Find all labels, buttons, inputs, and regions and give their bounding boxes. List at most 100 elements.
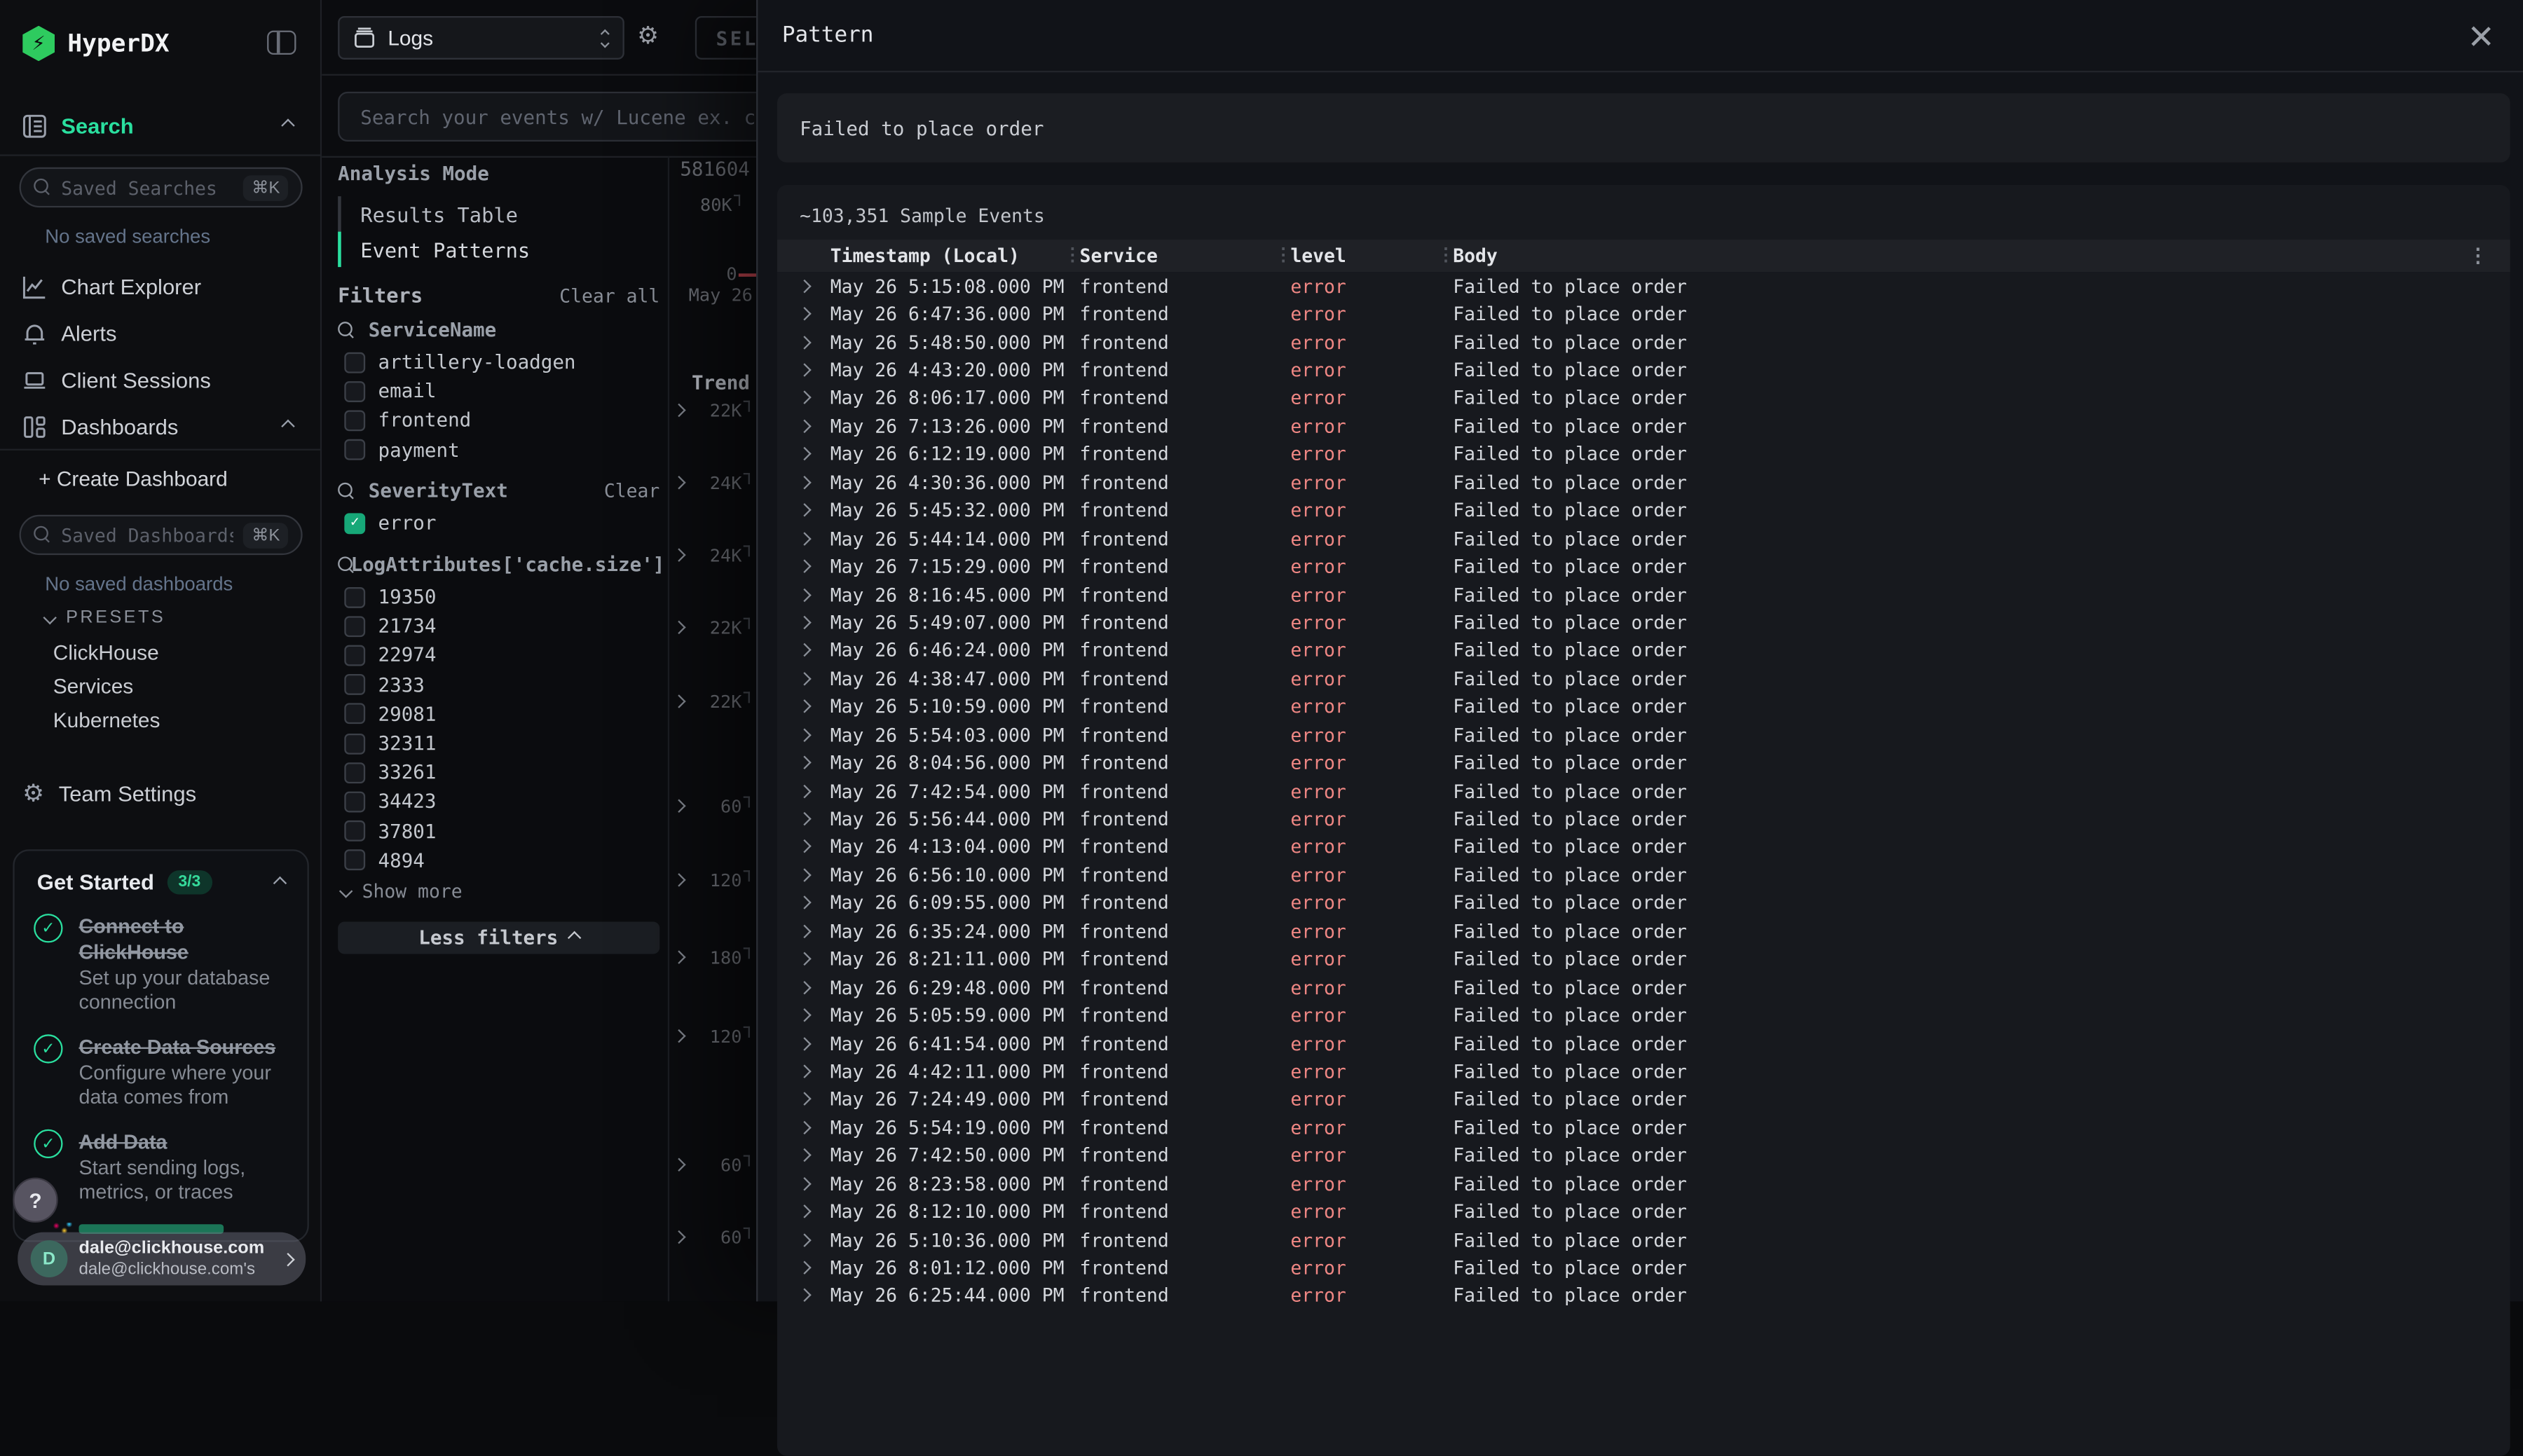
saved-searches-input[interactable]	[61, 176, 234, 198]
expand-row-chevron-icon[interactable]	[798, 784, 811, 797]
expand-row-chevron-icon[interactable]	[798, 1120, 811, 1134]
checkbox[interactable]: ✓	[344, 512, 365, 533]
event-row[interactable]: May 26 7:15:29.000 PMfrontenderrorFailed…	[777, 552, 2510, 580]
event-row[interactable]: May 26 7:42:54.000 PMfrontenderrorFailed…	[777, 777, 2510, 805]
expand-pattern-chevron-icon[interactable]	[672, 1230, 685, 1244]
filter-option[interactable]: 37801	[344, 820, 659, 842]
event-row[interactable]: May 26 6:46:24.000 PMfrontenderrorFailed…	[777, 636, 2510, 664]
sidebar-item-alerts[interactable]: Alerts	[0, 317, 322, 349]
expand-row-chevron-icon[interactable]	[798, 532, 811, 545]
sidebar-item-chart-explorer[interactable]: Chart Explorer	[0, 270, 322, 303]
event-row[interactable]: May 26 5:54:19.000 PMfrontenderrorFailed…	[777, 1113, 2510, 1141]
expand-row-chevron-icon[interactable]	[798, 335, 811, 348]
checkbox[interactable]	[344, 380, 365, 401]
event-row[interactable]: May 26 4:43:20.000 PMfrontenderrorFailed…	[777, 356, 2510, 384]
event-row[interactable]: May 26 8:01:12.000 PMfrontenderrorFailed…	[777, 1254, 2510, 1282]
event-row[interactable]: May 26 8:12:10.000 PMfrontenderrorFailed…	[777, 1197, 2510, 1225]
event-row[interactable]: May 26 5:54:03.000 PMfrontenderrorFailed…	[777, 721, 2510, 749]
filter-option[interactable]: 33261	[344, 761, 659, 783]
saved-dashboards-search[interactable]: ⌘K	[20, 515, 303, 555]
user-profile-chip[interactable]: D dale@clickhouse.com dale@clickhouse.co…	[18, 1232, 306, 1286]
event-row[interactable]: May 26 6:12:19.000 PMfrontenderrorFailed…	[777, 440, 2510, 468]
event-row[interactable]: May 26 5:45:32.000 PMfrontenderrorFailed…	[777, 496, 2510, 524]
filter-option[interactable]: 19350	[344, 586, 659, 608]
close-icon[interactable]	[2468, 24, 2492, 48]
event-row[interactable]: May 26 6:25:44.000 PMfrontenderrorFailed…	[777, 1282, 2510, 1310]
event-search-box[interactable]	[338, 92, 756, 142]
expand-pattern-chevron-icon[interactable]	[672, 799, 685, 813]
expand-pattern-chevron-icon[interactable]	[672, 1029, 685, 1043]
expand-row-chevron-icon[interactable]	[798, 1204, 811, 1218]
filter-option[interactable]: frontend	[344, 409, 659, 432]
event-row[interactable]: May 26 6:09:55.000 PMfrontenderrorFailed…	[777, 889, 2510, 917]
sidebar-collapse-icon[interactable]	[267, 31, 296, 55]
expand-row-chevron-icon[interactable]	[798, 1036, 811, 1050]
expand-row-chevron-icon[interactable]	[798, 1092, 811, 1106]
event-row[interactable]: May 26 5:56:44.000 PMfrontenderrorFailed…	[777, 805, 2510, 833]
checkbox[interactable]	[344, 733, 365, 754]
less-filters-button[interactable]: Less filters	[338, 922, 659, 954]
col-body[interactable]: Body	[1453, 245, 2510, 267]
mode-event-patterns[interactable]: Event Patterns	[338, 232, 659, 268]
checkbox[interactable]	[344, 850, 365, 871]
checkbox[interactable]	[344, 616, 365, 637]
checkbox[interactable]	[344, 762, 365, 783]
expand-row-chevron-icon[interactable]	[798, 560, 811, 573]
show-more-toggle[interactable]: Show more	[341, 880, 463, 902]
expand-pattern-chevron-icon[interactable]	[672, 621, 685, 634]
table-options-kebab-icon[interactable]: ⋮	[2468, 245, 2488, 267]
clear-filter-link[interactable]: Clear	[604, 479, 659, 502]
checkbox[interactable]	[344, 791, 365, 812]
sidebar-item-search[interactable]: Search	[0, 109, 322, 142]
event-search-input[interactable]	[360, 105, 756, 128]
filter-option[interactable]: payment	[344, 439, 659, 461]
preset-item[interactable]: Services	[53, 674, 133, 698]
checkbox[interactable]	[344, 410, 365, 431]
source-select-dropdown[interactable]: Logs	[338, 16, 624, 60]
filter-option[interactable]: artillery-loadgen	[344, 351, 659, 373]
event-row[interactable]: May 26 6:35:24.000 PMfrontenderrorFailed…	[777, 917, 2510, 945]
event-row[interactable]: May 26 4:30:36.000 PMfrontenderrorFailed…	[777, 468, 2510, 496]
expand-pattern-chevron-icon[interactable]	[672, 1158, 685, 1172]
expand-row-chevron-icon[interactable]	[798, 1148, 811, 1162]
expand-row-chevron-icon[interactable]	[798, 924, 811, 938]
filter-option[interactable]: 21734	[344, 614, 659, 637]
expand-row-chevron-icon[interactable]	[798, 307, 811, 320]
facet-search-icon[interactable]	[338, 321, 355, 338]
expand-row-chevron-icon[interactable]	[798, 868, 811, 881]
expand-row-chevron-icon[interactable]	[798, 1176, 811, 1190]
event-row[interactable]: May 26 6:47:36.000 PMfrontenderrorFailed…	[777, 300, 2510, 328]
checkbox[interactable]	[344, 703, 365, 724]
get-started-item[interactable]: ✓Add DataStart sending logs, metrics, or…	[15, 1116, 308, 1211]
help-button[interactable]: ?	[13, 1178, 57, 1223]
expand-row-chevron-icon[interactable]	[798, 1064, 811, 1078]
expand-row-chevron-icon[interactable]	[798, 980, 811, 994]
app-logo[interactable]: ⚡ HyperDX	[22, 26, 169, 62]
event-row[interactable]: May 26 6:41:54.000 PMfrontenderrorFailed…	[777, 1029, 2510, 1057]
sidebar-item-team-settings[interactable]: ⚙ Team Settings	[0, 777, 322, 809]
expand-row-chevron-icon[interactable]	[798, 672, 811, 685]
event-row[interactable]: May 26 8:06:17.000 PMfrontenderrorFailed…	[777, 384, 2510, 412]
checkbox[interactable]	[344, 439, 365, 460]
event-row[interactable]: May 26 5:10:36.000 PMfrontenderrorFailed…	[777, 1225, 2510, 1254]
event-row[interactable]: May 26 4:38:47.000 PMfrontenderrorFailed…	[777, 665, 2510, 693]
expand-row-chevron-icon[interactable]	[798, 840, 811, 853]
mode-results-table[interactable]: Results Table	[338, 196, 659, 232]
col-timestamp[interactable]: Timestamp (Local)	[830, 245, 1080, 267]
saved-dashboards-input[interactable]	[61, 523, 234, 546]
get-started-item[interactable]: ✓Create Data SourcesConfigure where your…	[15, 1022, 308, 1116]
event-row[interactable]: May 26 8:04:56.000 PMfrontenderrorFailed…	[777, 749, 2510, 777]
checkbox[interactable]	[344, 645, 365, 666]
presets-toggle[interactable]: PRESETS	[45, 608, 165, 628]
chevron-up-icon[interactable]	[281, 118, 294, 132]
expand-pattern-chevron-icon[interactable]	[672, 404, 685, 417]
sidebar-item-client-sessions[interactable]: Client Sessions	[0, 364, 322, 396]
expand-row-chevron-icon[interactable]	[798, 504, 811, 517]
column-resize-handle[interactable]: ⋮	[1274, 245, 1292, 266]
get-started-item[interactable]: ✓Connect to ClickHouseSet up your databa…	[15, 901, 308, 1022]
event-row[interactable]: May 26 6:29:48.000 PMfrontenderrorFailed…	[777, 973, 2510, 1001]
col-level[interactable]: level	[1290, 245, 1453, 267]
filter-option[interactable]: 22974	[344, 644, 659, 666]
event-row[interactable]: May 26 8:21:11.000 PMfrontenderrorFailed…	[777, 945, 2510, 973]
filter-option[interactable]: email	[344, 380, 659, 402]
